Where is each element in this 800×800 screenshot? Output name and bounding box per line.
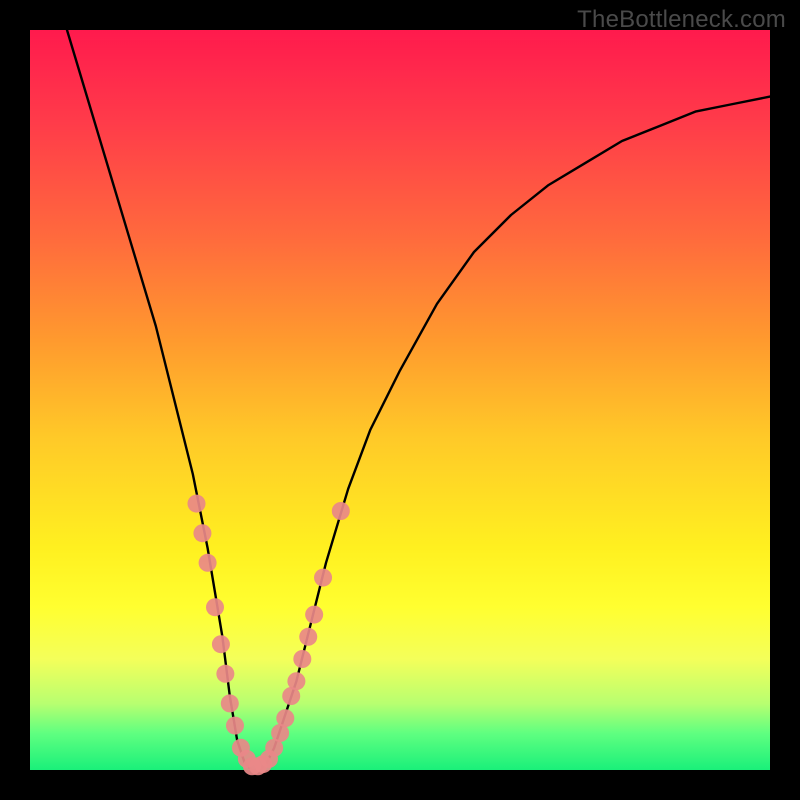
data-marker bbox=[216, 665, 234, 683]
data-marker bbox=[287, 672, 305, 690]
bottleneck-curve-svg bbox=[30, 30, 770, 770]
data-marker bbox=[299, 628, 317, 646]
plot-area bbox=[30, 30, 770, 770]
data-marker bbox=[293, 650, 311, 668]
data-marker bbox=[332, 502, 350, 520]
data-marker bbox=[188, 495, 206, 513]
data-markers bbox=[188, 495, 350, 776]
chart-frame: TheBottleneck.com bbox=[0, 0, 800, 800]
data-marker bbox=[199, 554, 217, 572]
bottleneck-curve bbox=[67, 30, 770, 770]
data-marker bbox=[305, 606, 323, 624]
data-marker bbox=[193, 524, 211, 542]
data-marker bbox=[212, 635, 230, 653]
data-marker bbox=[276, 709, 294, 727]
data-marker bbox=[206, 598, 224, 616]
data-marker bbox=[314, 569, 332, 587]
data-marker bbox=[226, 717, 244, 735]
data-marker bbox=[221, 694, 239, 712]
